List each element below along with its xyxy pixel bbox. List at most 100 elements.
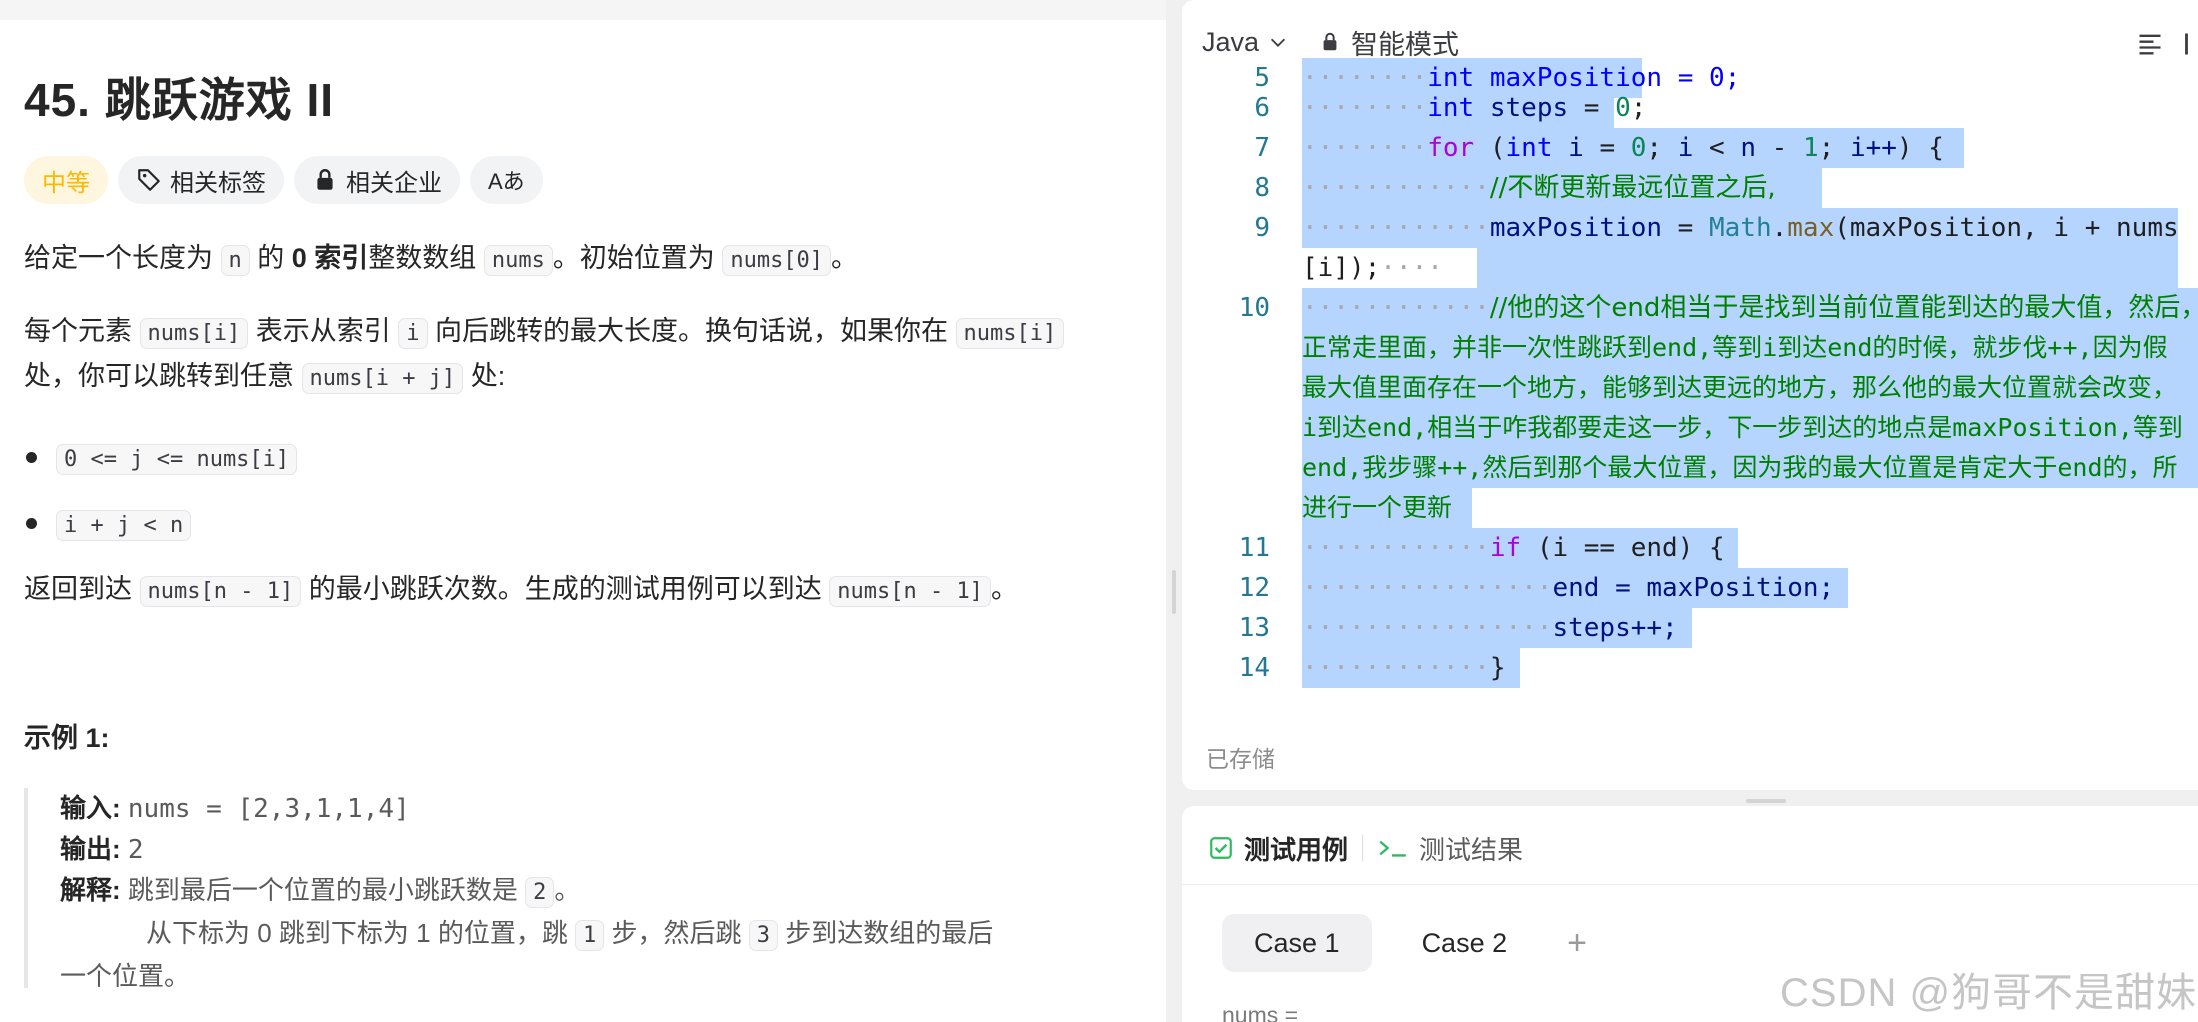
inline-code-nums-n-1-b: nums[n - 1] [829, 576, 991, 607]
panel-top-strip [0, 0, 1166, 20]
watermark: CSDN @狗哥不是甜妹 [1780, 971, 2198, 1015]
close-brace: } [1489, 653, 1506, 683]
related-tags-button[interactable]: 相关标签 [118, 156, 284, 204]
code-text: ············maxPosition = Math.max(maxPo… [1302, 213, 2179, 243]
nums-input-label: nums = [1222, 1002, 1299, 1022]
code-line: 13 ················steps++; [1182, 608, 2198, 648]
p1-text-c: 整数数组 [368, 243, 484, 273]
terminal-icon [1379, 840, 1406, 857]
kw-int: int [1505, 133, 1553, 163]
code-line: 8 ············//不断更新最远位置之后, [1182, 168, 2198, 208]
var-maxposition: maxPosition [1489, 213, 1663, 243]
code-editor-panel: Java 智能模式 5 ········int maxPosition = 0;… [1182, 0, 2198, 790]
kw-if: if [1489, 533, 1522, 563]
code-text: ············//他的这个end相当于是找到当前位置能到达的最大值，然… [1302, 288, 2198, 328]
num-zero: 0 [1615, 93, 1631, 123]
steps-inc: steps++; [1552, 613, 1678, 643]
line-number: 9 [1254, 213, 1270, 243]
line-number: 13 [1238, 613, 1270, 643]
translate-icon: Aあ [488, 169, 525, 194]
related-companies-label: 相关企业 [346, 169, 442, 197]
inline-code-numsi: nums[i] [139, 318, 249, 349]
line-number: 7 [1254, 133, 1270, 163]
difficulty-label: 中等 [42, 169, 90, 197]
line-number: 8 [1254, 173, 1270, 203]
code-text: ············if (i == end) { [1302, 533, 1725, 563]
tab-test-cases[interactable]: 测试用例 [1208, 830, 1348, 867]
explain2-text-b: 步，然后跳 [604, 918, 749, 948]
vertical-resize-handle[interactable] [1166, 0, 1182, 1022]
if-condition: (i == end) { [1536, 533, 1725, 563]
code-text: ················end = maxPosition; [1302, 573, 1835, 603]
code-text: ········int steps = 0; [1302, 93, 1647, 123]
code-line: 6 ········int steps = 0; [1182, 88, 2198, 128]
inline-code-numsij: nums[i + j] [301, 363, 464, 394]
smart-mode-button[interactable]: 智能模式 [1319, 23, 1459, 62]
constraint-list: 0 <= j <= nums[i] i + j < n [24, 426, 298, 558]
example-explain-line-3: 一个位置。 [60, 956, 1144, 996]
p3-text-c: 。 [990, 574, 1018, 604]
explain-text-b: 。 [554, 875, 581, 905]
code-line: 10 ············//他的这个end相当于是找到当前位置能到达的最大… [1182, 288, 2198, 328]
inline-code-nums: nums [483, 245, 553, 276]
kw-int: int [1427, 93, 1475, 123]
comment-wrap: 正常走里面，并非一次性跳跃到end,等到i到达end的时候，就步伐++,因为假 [1302, 333, 2168, 362]
comment-wrap: 进行一个更新 [1302, 493, 1453, 522]
horizontal-resize-handle[interactable] [1746, 799, 1786, 803]
explain2-code-2: 3 [748, 920, 778, 951]
language-select[interactable]: Java [1202, 27, 1289, 58]
saved-status: 已存储 [1206, 746, 1275, 772]
tag-row: 中等 相关标签 相关企业 Aあ [24, 156, 543, 204]
lock-icon [317, 169, 333, 190]
code-line: 11 ············if (i == end) { [1182, 528, 2198, 568]
format-icon[interactable] [2136, 30, 2164, 58]
tab-separator [1362, 835, 1364, 861]
p2-text-b: 表示从索引 [248, 316, 399, 346]
p2-text-d: 处，你可以跳转到任意 [24, 361, 302, 391]
example-block: 输入: nums = [2,3,1,1,4] 输出: 2 解释: 跳到最后一个位… [24, 788, 1144, 991]
explain2-text-a: 从下标为 0 跳到下标为 1 的位置，跳 [146, 918, 576, 948]
fn-max: max [1787, 213, 1835, 243]
comment-wrap: end,我步骤++,然后到那个最大位置，因为我的最大位置是肯定大于end的，所 [1302, 453, 2178, 482]
list-item: 0 <= j <= nums[i] [24, 426, 298, 492]
code-line-wrap: 正常走里面，并非一次性跳跃到end,等到i到达end的时候，就步伐++,因为假 [1182, 328, 2198, 368]
example-explain-line: 解释: 跳到最后一个位置的最小跳跃数是 2。 [60, 870, 1144, 913]
panel-icon[interactable] [2182, 30, 2198, 58]
bullet-code-1: 0 <= j <= nums[i] [56, 443, 298, 475]
wrap-text: [i]); [1302, 253, 1381, 283]
comment-wrap: 最大值里面存在一个地方，能够到达更远的地方，那么他的最大位置就会改变， [1302, 373, 2178, 402]
difficulty-badge[interactable]: 中等 [24, 156, 108, 204]
args: (maxPosition, i + nums [1834, 213, 2179, 243]
translate-button[interactable]: Aあ [470, 156, 543, 204]
p3-text-b: 的最小跳跃次数。生成的测试用例可以到达 [301, 574, 830, 604]
inline-code-nums0: nums[0] [722, 245, 832, 276]
description-paragraph-2: 每个元素 nums[i] 表示从索引 i 向后跳转的最大长度。换句话说，如果你在… [24, 310, 1134, 400]
p2-text-a: 每个元素 [24, 316, 140, 346]
description-paragraph-3: 返回到达 nums[n - 1] 的最小跳跃次数。生成的测试用例可以到达 num… [24, 568, 1124, 613]
add-case-button[interactable]: + [1567, 924, 1587, 963]
code-line: 14 ············} [1182, 648, 2198, 688]
example-explain-line-2: 从下标为 0 跳到下标为 1 的位置，跳 1 步，然后跳 3 步到达数组的最后 [60, 913, 1144, 956]
inline-code-numsi-2: nums[i] [955, 318, 1065, 349]
code-text: [i]);···· [1302, 253, 1443, 283]
code-line: 9 ············maxPosition = Math.max(max… [1182, 208, 2198, 248]
input-value: nums = [2,3,1,1,4] [127, 794, 410, 824]
var-i: i [1677, 133, 1694, 163]
code-area[interactable]: 5 ········int maxPosition = 0; 6 ·······… [1182, 58, 2198, 724]
code-line-wrap: i到达end,相当于咋我都要走这一步，下一步到达的地点是maxPosition,… [1182, 408, 2198, 448]
tab-test-cases-label: 测试用例 [1244, 834, 1349, 865]
related-companies-button[interactable]: 相关企业 [294, 156, 460, 204]
selection-highlight [1477, 248, 2178, 288]
case-tab-1[interactable]: Case 1 [1222, 914, 1372, 972]
input-label: 输入: [60, 793, 121, 823]
case-tab-2[interactable]: Case 2 [1390, 914, 1540, 972]
example-title: 示例 1: [24, 723, 110, 753]
resize-grip[interactable] [1172, 570, 1176, 614]
code-line: 7 ········for (int i = 0; i < n - 1; i++… [1182, 128, 2198, 168]
lock-icon [1323, 32, 1337, 51]
related-tags-label: 相关标签 [170, 169, 266, 197]
kw-for: for [1427, 133, 1475, 163]
num-one: 1 [1802, 133, 1819, 163]
tab-test-results[interactable]: 测试结果 [1377, 830, 1523, 867]
p2-text-c: 向后跳转的最大长度。换句话说，如果你在 [427, 316, 956, 346]
